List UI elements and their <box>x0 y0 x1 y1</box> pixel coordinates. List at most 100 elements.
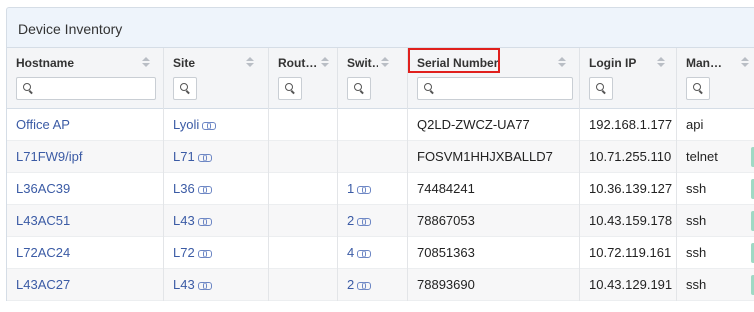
site-value[interactable]: L71 <box>173 149 195 164</box>
hostname-value[interactable]: L43AC51 <box>16 213 70 228</box>
device-inventory-panel: Device Inventory HostnameSiteRout…Swit…S… <box>0 0 754 312</box>
table-row[interactable]: L43AC51 L43 2 78867053 10.43.159.178 ssh <box>6 205 754 237</box>
column-header-switchports[interactable]: Swit… <box>337 48 407 109</box>
switchports-value[interactable]: 4 <box>347 245 354 260</box>
cell-switchports <box>337 109 407 141</box>
filter-input-switchports[interactable] <box>347 77 371 100</box>
sort-icon[interactable] <box>321 57 329 68</box>
cell-login_ip: 10.36.139.127 <box>579 173 676 205</box>
serial-value: 78867053 <box>417 213 475 228</box>
column-header-hostname[interactable]: Hostname <box>6 48 163 109</box>
sort-icon[interactable] <box>657 57 665 68</box>
cell-serial: FOSVM1HHJXBALLD7 <box>407 141 579 173</box>
site-value[interactable]: L43 <box>173 277 195 292</box>
cell-serial: 78867053 <box>407 205 579 237</box>
link-icon <box>357 250 372 258</box>
site-value[interactable]: L72 <box>173 245 195 260</box>
sort-icon[interactable] <box>142 57 150 68</box>
cell-routes <box>268 141 337 173</box>
link-icon <box>357 282 372 290</box>
link-icon <box>197 250 212 258</box>
cell-routes <box>268 109 337 141</box>
filter-input-login_ip[interactable] <box>589 77 613 100</box>
cell-routes <box>268 173 337 205</box>
hostname-value[interactable]: L72AC24 <box>16 245 70 260</box>
hostname-value[interactable]: L36AC39 <box>16 181 70 196</box>
management-value: ssh <box>686 245 707 260</box>
cell-login_ip: 192.168.1.177 <box>579 109 676 141</box>
login_ip-value: 192.168.1.177 <box>589 117 673 132</box>
management-value: telnet <box>686 149 718 164</box>
cell-hostname[interactable]: L71FW9/ipf <box>6 141 163 173</box>
cell-management: ssh <box>676 269 754 301</box>
search-icon <box>596 83 607 94</box>
switchports-value[interactable]: 1 <box>347 181 354 196</box>
filter-input-routes[interactable] <box>278 77 302 100</box>
column-header-label: Site <box>173 56 196 70</box>
column-header-routes[interactable]: Rout… <box>268 48 337 109</box>
cell-site[interactable]: L71 <box>163 141 268 173</box>
link-icon <box>197 282 212 290</box>
filter-input-hostname[interactable] <box>16 77 156 100</box>
cell-hostname[interactable]: L43AC51 <box>6 205 163 237</box>
cell-login_ip: 10.72.119.161 <box>579 237 676 269</box>
cell-switchports[interactable]: 2 <box>337 269 407 301</box>
cell-routes <box>268 205 337 237</box>
cell-management: ssh <box>676 173 754 205</box>
management-value: ssh <box>686 181 707 196</box>
search-icon <box>180 83 191 94</box>
hostname-value[interactable]: L71FW9/ipf <box>16 149 82 164</box>
sort-icon[interactable] <box>246 57 254 68</box>
cell-hostname[interactable]: Office AP <box>6 109 163 141</box>
link-icon <box>197 154 212 162</box>
serial-value: 74484241 <box>417 181 475 196</box>
cell-site[interactable]: L43 <box>163 269 268 301</box>
cell-site[interactable]: L36 <box>163 173 268 205</box>
site-value[interactable]: L43 <box>173 213 195 228</box>
hostname-value[interactable]: Office AP <box>16 117 70 132</box>
cell-serial: 78893690 <box>407 269 579 301</box>
filter-input-management[interactable] <box>686 77 710 100</box>
column-header-login_ip[interactable]: Login IP <box>579 48 676 109</box>
serial-number-header-highlight <box>408 48 500 73</box>
table-row[interactable]: L71FW9/ipf L71 FOSVM1HHJXBALLD7 10.71.255.1… <box>6 141 754 173</box>
management-value: ssh <box>686 213 707 228</box>
sort-icon[interactable] <box>381 57 389 68</box>
table-row[interactable]: L36AC39 L36 1 74484241 10.36.139.127 ssh <box>6 173 754 205</box>
sort-icon[interactable] <box>558 57 566 68</box>
table-row[interactable]: Office AP Lyoli Q2LD-ZWCZ-UA77 192.168.1.17… <box>6 109 754 141</box>
cell-site[interactable]: L72 <box>163 237 268 269</box>
filter-input-site[interactable] <box>173 77 197 100</box>
filter-input-serial[interactable] <box>417 77 573 100</box>
management-value: api <box>686 117 704 132</box>
cell-site[interactable]: Lyoli <box>163 109 268 141</box>
column-header-management[interactable]: Man… <box>676 48 754 109</box>
login_ip-value: 10.72.119.161 <box>589 245 672 260</box>
site-value[interactable]: L36 <box>173 181 195 196</box>
sort-icon[interactable] <box>741 57 749 68</box>
cell-management: telnet <box>676 141 754 173</box>
login_ip-value: 10.43.129.191 <box>589 277 673 292</box>
cell-hostname[interactable]: L43AC27 <box>6 269 163 301</box>
cell-site[interactable]: L43 <box>163 205 268 237</box>
column-header-label: Rout… <box>278 56 318 70</box>
cell-switchports[interactable]: 1 <box>337 173 407 205</box>
cell-serial: Q2LD-ZWCZ-UA77 <box>407 109 579 141</box>
cell-hostname[interactable]: L36AC39 <box>6 173 163 205</box>
site-value[interactable]: Lyoli <box>173 117 199 132</box>
cell-hostname[interactable]: L72AC24 <box>6 237 163 269</box>
switchports-value[interactable]: 2 <box>347 213 354 228</box>
cell-management: api <box>676 109 754 141</box>
cell-login_ip: 10.71.255.110 <box>579 141 676 173</box>
cell-switchports[interactable]: 2 <box>337 205 407 237</box>
link-icon <box>357 218 372 226</box>
search-icon <box>354 83 365 94</box>
table-row[interactable]: L43AC27 L43 2 78893690 10.43.129.191 ssh <box>6 269 754 301</box>
switchports-value[interactable]: 2 <box>347 277 354 292</box>
table-row[interactable]: L72AC24 L72 4 70851363 10.72.119.161 ssh <box>6 237 754 269</box>
column-header-site[interactable]: Site <box>163 48 268 109</box>
cell-login_ip: 10.43.129.191 <box>579 269 676 301</box>
cell-switchports[interactable]: 4 <box>337 237 407 269</box>
serial-value: 70851363 <box>417 245 475 260</box>
hostname-value[interactable]: L43AC27 <box>16 277 70 292</box>
